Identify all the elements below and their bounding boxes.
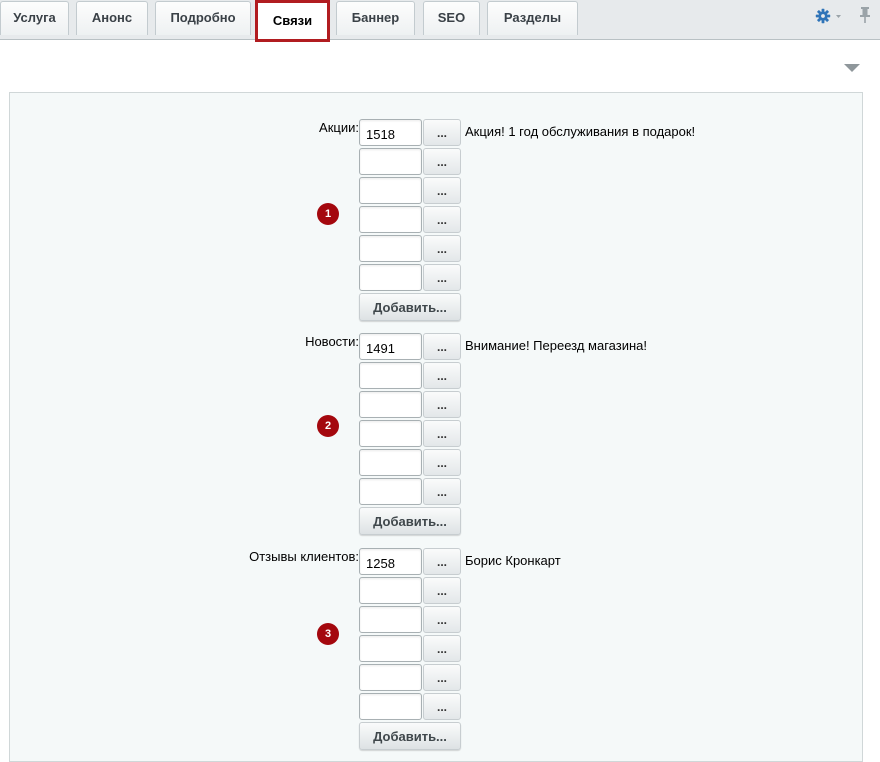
link-row: ... [359, 606, 819, 633]
element-id-input[interactable] [359, 119, 422, 146]
element-id-input[interactable] [359, 693, 422, 720]
tab-bar: Услуга Анонс Подробно Связи Баннер SEO Р… [0, 0, 880, 42]
pick-element-button[interactable]: ... [423, 391, 461, 418]
pick-element-button[interactable]: ... [423, 664, 461, 691]
add-link-button[interactable]: Добавить... [359, 722, 461, 750]
field-label: Новости: [305, 334, 359, 349]
link-row: ... [359, 362, 819, 389]
add-link-button[interactable]: Добавить... [359, 507, 461, 535]
field-label: Отзывы клиентов: [249, 549, 359, 564]
pick-element-button[interactable]: ... [423, 548, 461, 575]
element-id-input[interactable] [359, 606, 422, 633]
element-name: Акция! 1 год обслуживания в подарок! [465, 124, 696, 139]
link-row: ... [359, 478, 819, 505]
collapse-triangle-icon[interactable] [843, 61, 861, 72]
tab-banner[interactable]: Баннер [336, 1, 415, 35]
element-id-input[interactable] [359, 148, 422, 175]
element-id-input[interactable] [359, 235, 422, 262]
element-id-input[interactable] [359, 664, 422, 691]
pick-element-button[interactable]: ... [423, 206, 461, 233]
element-id-input[interactable] [359, 206, 422, 233]
pick-element-button[interactable]: ... [423, 577, 461, 604]
pick-element-button[interactable]: ... [423, 119, 461, 146]
pick-element-button[interactable]: ... [423, 362, 461, 389]
settings-gear-icon[interactable] [815, 7, 843, 25]
pick-element-button[interactable]: ... [423, 420, 461, 447]
tab-links[interactable]: Связи [255, 0, 330, 42]
link-row: ... [359, 577, 819, 604]
element-id-input[interactable] [359, 177, 422, 204]
links-form-panel: Акции: 1... Акция! 1 год обслуживания в по… [9, 92, 863, 762]
pick-element-button[interactable]: ... [423, 449, 461, 476]
link-row: ... [359, 635, 819, 662]
link-row: ... [359, 664, 819, 691]
pick-element-button[interactable]: ... [423, 264, 461, 291]
pick-element-button[interactable]: ... [423, 693, 461, 720]
pick-element-button[interactable]: ... [423, 606, 461, 633]
link-row: ... [359, 449, 819, 476]
element-id-input[interactable] [359, 333, 422, 360]
tab-details[interactable]: Подробно [155, 1, 251, 35]
element-id-input[interactable] [359, 264, 422, 291]
element-id-input[interactable] [359, 635, 422, 662]
pin-icon[interactable] [858, 6, 872, 24]
link-row: ... Акция! 1 год обслуживания в подарок! [359, 119, 819, 146]
element-id-input[interactable] [359, 420, 422, 447]
element-id-input[interactable] [359, 362, 422, 389]
element-id-input[interactable] [359, 478, 422, 505]
step-number-badge: 2 [317, 415, 339, 437]
pick-element-button[interactable]: ... [423, 333, 461, 360]
step-number-badge: 3 [317, 623, 339, 645]
pick-element-button[interactable]: ... [423, 478, 461, 505]
element-id-input[interactable] [359, 449, 422, 476]
tab-announcement[interactable]: Анонс [76, 1, 148, 35]
pick-element-button[interactable]: ... [423, 635, 461, 662]
element-name: Борис Кронкарт [465, 553, 561, 568]
pick-element-button[interactable]: ... [423, 148, 461, 175]
element-name: Внимание! Переезд магазина! [465, 338, 647, 353]
link-row: ... [359, 391, 819, 418]
pick-element-button[interactable]: ... [423, 235, 461, 262]
element-id-input[interactable] [359, 548, 422, 575]
pick-element-button[interactable]: ... [423, 177, 461, 204]
tab-sections[interactable]: Разделы [487, 1, 578, 35]
tab-service[interactable]: Услуга [0, 1, 69, 35]
element-id-input[interactable] [359, 391, 422, 418]
add-link-button[interactable]: Добавить... [359, 293, 461, 321]
link-row: ... [359, 693, 819, 720]
step-number-badge: 1 [317, 203, 339, 225]
field-label: Акции: [319, 120, 359, 135]
link-row: ... [359, 420, 819, 447]
link-row: ... Борис Кронкарт [359, 548, 819, 575]
link-row: ... [359, 177, 819, 204]
link-row: ... Внимание! Переезд магазина! [359, 333, 819, 360]
link-row: ... [359, 148, 819, 175]
element-id-input[interactable] [359, 577, 422, 604]
tab-seo[interactable]: SEO [423, 1, 480, 35]
link-row: ... [359, 206, 819, 233]
link-row: ... [359, 264, 819, 291]
link-row: ... [359, 235, 819, 262]
